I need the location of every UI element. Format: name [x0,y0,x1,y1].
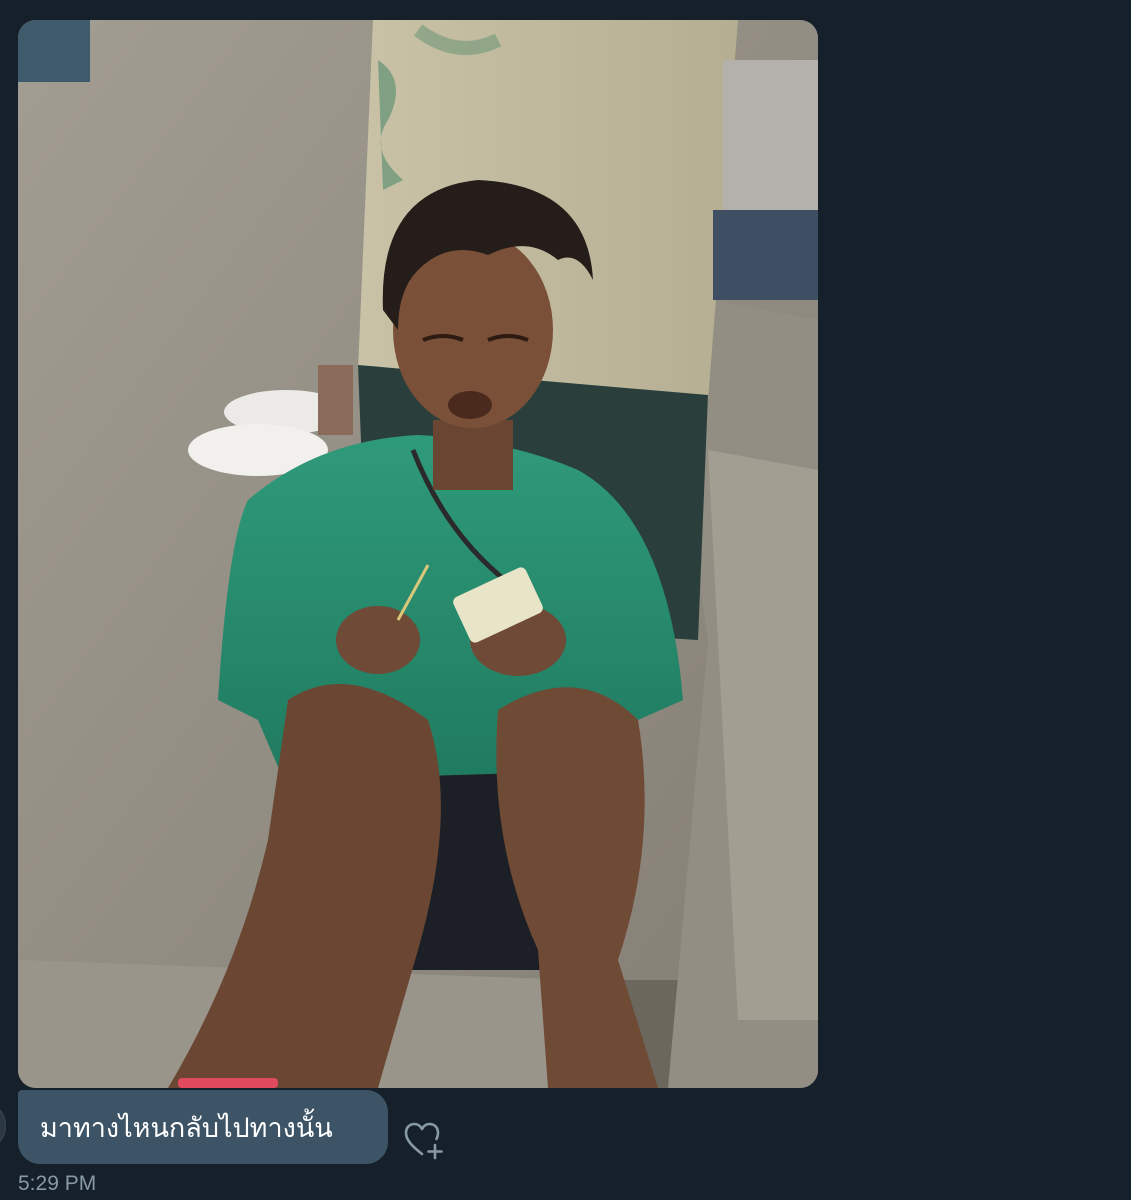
message-photo[interactable] [18,20,818,1088]
avatar[interactable] [0,1106,6,1146]
message-text: มาทางไหนกลับไปทางนั้น [40,1112,333,1144]
photo-image [18,20,818,1088]
message-bubble[interactable]: มาทางไหนกลับไปทางนั้น [18,1090,388,1164]
message-timestamp: 5:29 PM [18,1172,97,1195]
heart-plus-icon[interactable] [402,1118,448,1164]
dm-conversation: มาทางไหนกลับไปทางนั้น 5:29 PM [0,0,1131,1200]
heart-plus-icon-glyph [404,1122,443,1160]
